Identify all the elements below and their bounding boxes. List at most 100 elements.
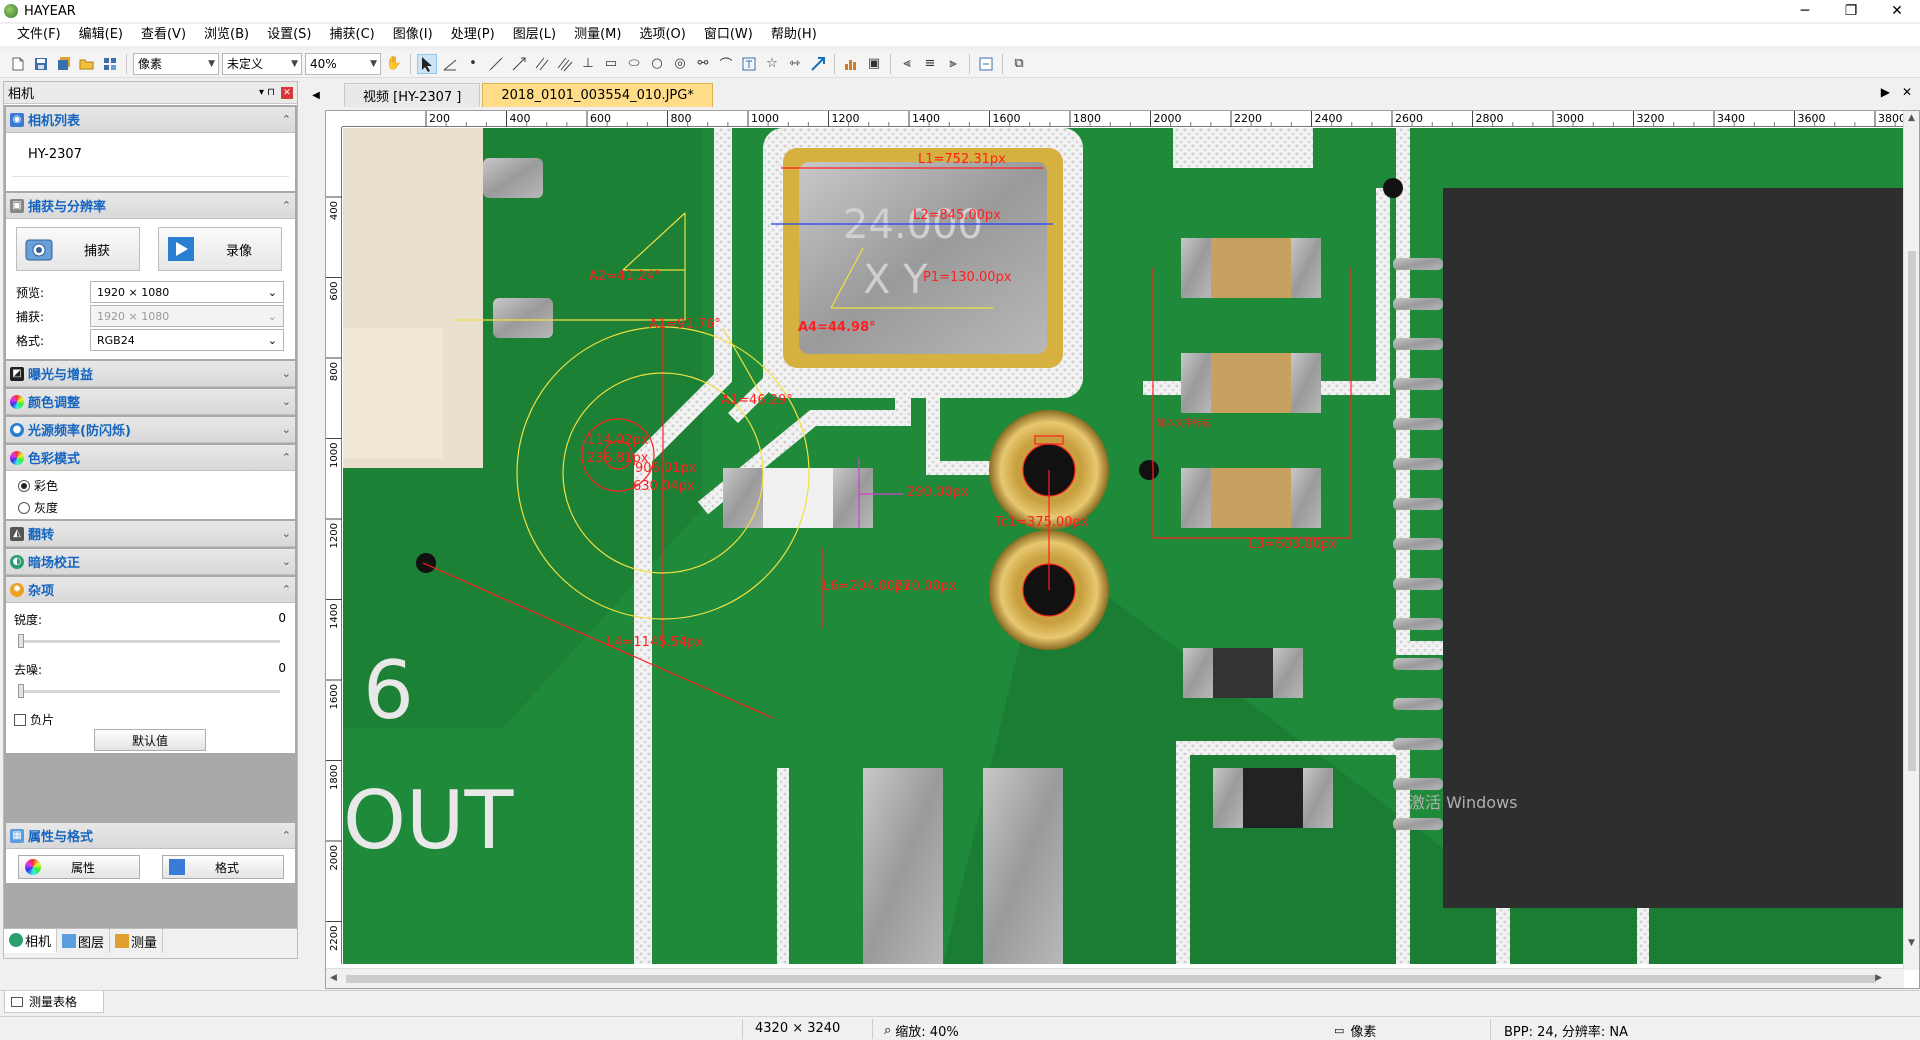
menu-browse[interactable]: 浏览(B) [195,24,258,46]
expand-icon[interactable]: ⌄ [282,367,291,380]
rectangle-tool-icon[interactable]: ▭ [601,54,621,74]
line-tool-icon[interactable] [486,54,506,74]
collapse-icon[interactable]: ⌃ [282,451,291,464]
properties-button[interactable]: 属性 [18,855,140,879]
text-tool-icon[interactable] [739,54,759,74]
measure-angle-a1b-line[interactable] [722,327,764,399]
camera-item[interactable]: HY-2307 [12,133,289,177]
preview-resolution-select[interactable]: 1920 × 1080 ⌄ [90,281,284,303]
section-header[interactable]: ◉ 相机列表 ⌃ [6,107,295,133]
zoom-select[interactable]: 40% ▼ [305,52,381,75]
tab-camera[interactable]: 相机 [4,929,58,953]
circle-tool-icon[interactable]: ○ [647,54,667,74]
collapse-icon[interactable]: ⌃ [282,199,291,212]
radio-color[interactable]: 彩色 [18,477,58,494]
perpendicular-tool-icon[interactable]: ⊥ [578,54,598,74]
capture-button[interactable]: 捕获 [16,227,140,271]
menu-layer[interactable]: 图层(L) [504,24,565,46]
save-all-icon[interactable] [54,54,74,74]
annotation-c2[interactable]: 906.01px [635,461,697,476]
close-button[interactable]: ✕ [1874,0,1920,22]
tab-measure[interactable]: 测量 [110,929,164,953]
annotation-l2[interactable]: L2=845.00px [913,208,1001,223]
annotation-a4[interactable]: A4=44.98° [798,320,876,335]
measure-mark-box[interactable] [1034,435,1064,445]
collapse-icon[interactable]: ⌃ [282,113,291,126]
angle-tool-icon[interactable] [440,54,460,74]
point-tool-icon[interactable]: • [463,54,483,74]
menu-edit[interactable]: 编辑(E) [70,24,132,46]
collapse-icon[interactable]: ⌃ [282,583,291,596]
parallel-line-tool-icon[interactable] [532,54,552,74]
ellipse-tool-icon[interactable]: ⬭ [624,54,644,74]
menu-help[interactable]: 帮助(H) [762,24,826,46]
tab-image-file[interactable]: 2018_0101_003554_010.JPG* [482,83,713,107]
measure-angle-a2-line3[interactable] [622,212,686,271]
save-icon[interactable] [31,54,51,74]
menu-view[interactable]: 查看(V) [132,24,195,46]
maximize-button[interactable]: ❐ [1828,0,1874,22]
arc-tool-icon[interactable]: ⌒ [716,54,736,74]
expand-icon[interactable]: ⌄ [282,395,291,408]
expand-icon[interactable]: ⌄ [282,555,291,568]
menu-options[interactable]: 选项(O) [630,24,694,46]
panel-pin-icon[interactable]: ▾ ⊓ [259,87,275,98]
scroll-up-icon[interactable]: ▲ [1908,113,1915,123]
chart-icon[interactable] [841,54,861,74]
align-right-icon[interactable]: ⫸ [943,54,963,74]
tab-video[interactable]: 视频 [HY-2307 ] [344,83,481,107]
image-canvas[interactable]: 24.000 X Y 6 OUT L1=752.31px L2=845.00px… [343,128,1904,964]
denoise-slider[interactable] [18,684,280,698]
tabs-scroll-right-icon[interactable]: ▶ [1881,85,1890,99]
measure-line-l4[interactable] [422,562,774,719]
menu-window[interactable]: 窗口(W) [695,24,762,46]
vertical-scrollbar[interactable]: ▲ ▼ [1903,111,1919,970]
menu-settings[interactable]: 设置(S) [258,24,320,46]
section-header[interactable]: ▣ 捕获与分辨率 ⌃ [6,193,295,219]
calibrate-icon[interactable]: ▣ [864,54,884,74]
section-header[interactable]: ▦ 属性与格式 ⌃ [6,823,295,849]
annotation-d1[interactable]: 290.00px [907,485,969,500]
slider-thumb[interactable] [18,634,24,648]
section-header[interactable]: 色彩模式 ⌃ [6,445,295,471]
minimize-button[interactable]: ─ [1782,0,1828,22]
section-header[interactable]: ✸ 杂项 ⌃ [6,577,295,603]
expand-icon[interactable]: ⌄ [282,423,291,436]
format-button[interactable]: 格式 [162,855,284,879]
annotation-text-mark[interactable]: 输入文字标记 [1157,417,1211,429]
menu-image[interactable]: 图像(I) [384,24,442,46]
annotation-l6b[interactable]: 270.00px [895,579,957,594]
two-circle-distance-icon[interactable]: ⚯ [693,54,713,74]
default-button[interactable]: 默认值 [94,729,206,751]
collapse-icon[interactable]: ⌃ [282,829,291,842]
radio-gray[interactable]: 灰度 [18,499,58,516]
arrow-line-tool-icon[interactable] [509,54,529,74]
scroll-left-icon[interactable]: ◀ [330,973,337,983]
slider-thumb[interactable] [18,684,24,698]
format-select[interactable]: RGB24 ⌄ [90,329,284,351]
measurement-overlay[interactable]: L1=752.31px L2=845.00px P1=130.00px A4=4… [343,128,1904,964]
menu-measure[interactable]: 测量(M) [565,24,630,46]
annotation-a1b[interactable]: A1=46.29° [721,393,793,408]
menu-capture[interactable]: 捕获(C) [321,24,384,46]
negative-checkbox[interactable]: 负片 [14,711,54,728]
scroll-right-icon[interactable]: ▶ [1875,973,1882,983]
align-left-icon[interactable]: ⫷ [897,54,917,74]
multi-line-tool-icon[interactable] [555,54,575,74]
scale-bar-icon[interactable]: ⇿ [785,54,805,74]
open-folder-icon[interactable] [77,54,97,74]
menu-file[interactable]: 文件(F) [8,24,70,46]
panel-close-icon[interactable]: ✕ [281,86,293,99]
section-header[interactable]: ◐ 暗场校正 ⌄ [6,549,295,575]
measure-table-tab[interactable]: 测量表格 [4,991,104,1013]
arrow-tool-icon[interactable] [808,54,828,74]
section-header[interactable]: ● 光源频率(防闪烁) ⌄ [6,417,295,443]
hand-pan-icon[interactable]: ✋ [384,54,404,74]
annotation-l3[interactable]: L3=603.00px [1249,537,1337,552]
export-icon[interactable] [976,54,996,74]
measure-angle-a4-line1[interactable] [830,247,864,309]
annotation-p1[interactable]: P1=130.00px [923,270,1012,285]
align-center-icon[interactable]: ≡ [920,54,940,74]
unit-select[interactable]: 像素 ▼ [133,52,219,75]
tab-close-icon[interactable]: ✕ [1902,85,1912,99]
